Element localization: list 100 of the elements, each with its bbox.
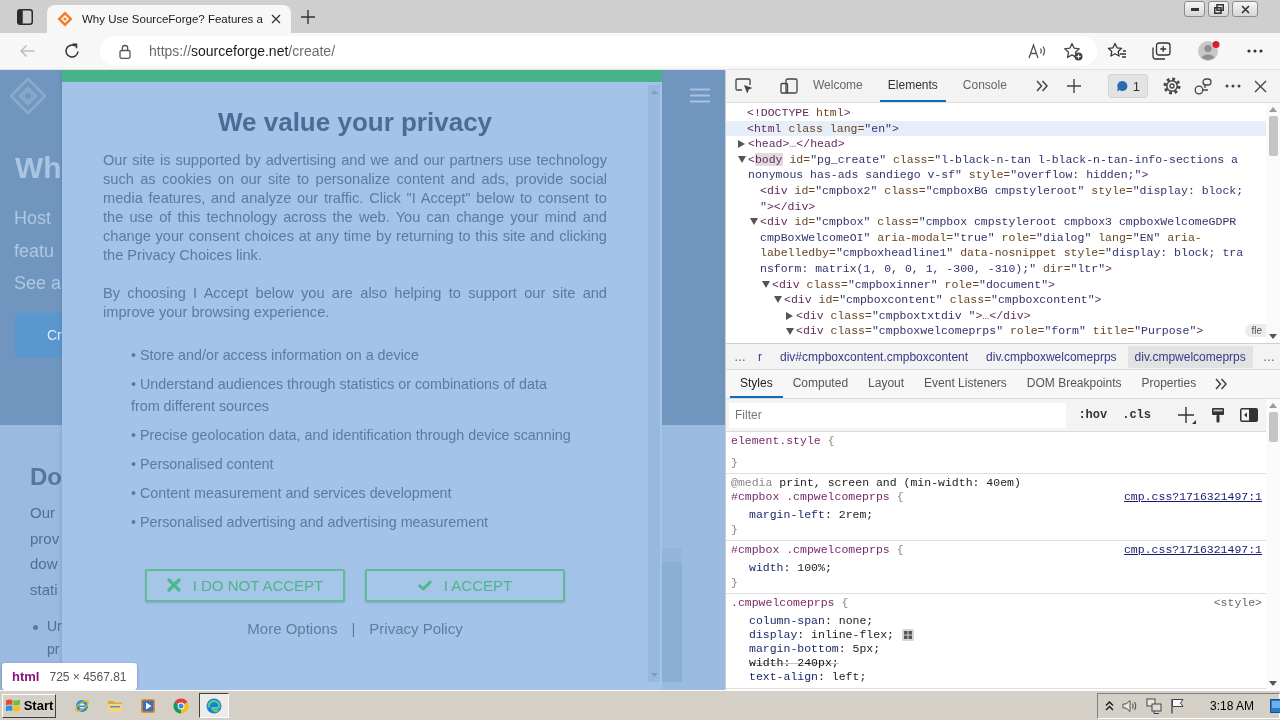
- css-declaration[interactable]: text-align: left;: [749, 670, 867, 684]
- more-tabs-icon[interactable]: [1035, 80, 1048, 92]
- plus-icon[interactable]: [1066, 79, 1081, 93]
- double-chevron-up-icon[interactable]: [1105, 700, 1114, 711]
- breadcrumb-scroll-button[interactable]: …: [729, 345, 751, 368]
- purpose-item: • Personalised content: [131, 454, 275, 474]
- sidebar-toggle-icon[interactable]: [1240, 408, 1258, 422]
- nodes-icon[interactable]: [1194, 77, 1212, 95]
- star-list-icon[interactable]: [1107, 42, 1127, 60]
- purpose-item: • Personalised advertising and advertising measurement: [131, 512, 490, 532]
- dom-tree-row[interactable]: <!DOCTYPE html>: [726, 105, 1266, 121]
- star-plus-icon[interactable]: [1063, 41, 1083, 61]
- more-tabs-icon[interactable]: [1215, 378, 1228, 390]
- device-icon[interactable]: [780, 78, 798, 94]
- css-selector[interactable]: #cmpbox .cmpwelcomeprps: [731, 490, 890, 504]
- clock-text: 3:18 AM: [1210, 698, 1255, 713]
- breadcrumb-scroll-button[interactable]: …: [1258, 345, 1280, 368]
- css-declaration[interactable]: margin-bottom: 5px;: [749, 642, 881, 656]
- tooltip-tag: html: [12, 669, 40, 684]
- scrollbar[interactable]: [1266, 103, 1280, 343]
- refresh-icon[interactable]: [64, 43, 80, 59]
- close-icon: [1240, 4, 1250, 14]
- css-declaration[interactable]: column-span: none;: [749, 614, 874, 628]
- scroll-up-icon[interactable]: [1269, 107, 1277, 112]
- filter-input[interactable]: Filter: [729, 402, 1067, 428]
- css-selector[interactable]: .cmpwelcomeprps: [731, 596, 835, 610]
- styles-tab[interactable]: Event Listeners: [914, 370, 1017, 398]
- new-rule-icon[interactable]: [1178, 406, 1196, 424]
- dom-node-text: <div id="cmpboxcontent" class="cmpboxcontent">: [784, 292, 1102, 308]
- scrollbar-thumb[interactable]: [1268, 412, 1278, 442]
- minimize-button[interactable]: [1184, 1, 1205, 17]
- dom-node-text: <div class="cmpboxtxtdiv ">…</div>: [796, 307, 1031, 324]
- avatar-icon[interactable]: [1198, 40, 1220, 62]
- start-button[interactable]: Start: [2, 693, 56, 718]
- more-icon[interactable]: [1247, 49, 1263, 53]
- scroll-down-icon[interactable]: [1269, 681, 1277, 686]
- source-link[interactable]: cmp.css?1716321497:1: [1123, 543, 1262, 557]
- dom-tree-row[interactable]: <div id="cmpboxcontent" class="cmpboxcontent">: [774, 292, 1266, 308]
- styles-tab[interactable]: DOM Breakpoints: [1016, 370, 1132, 398]
- new-tab-icon[interactable]: [301, 9, 315, 24]
- breadcrumb-item[interactable]: div#cmpboxcontent.cmpboxcontent: [773, 345, 976, 368]
- devtools-tab[interactable]: Console: [954, 70, 1015, 102]
- swirl-circle-icon: [206, 697, 222, 714]
- issues-button[interactable]: 1: [1107, 74, 1148, 98]
- brace: {: [827, 434, 835, 448]
- caret-down-icon[interactable]: [750, 218, 758, 226]
- flag-icon[interactable]: [1170, 697, 1186, 714]
- filter-toggle[interactable]: :hov: [1075, 408, 1111, 422]
- caret-down-icon[interactable]: [738, 156, 746, 164]
- scrollbar-thumb[interactable]: [1268, 116, 1278, 156]
- tooltip-size: 725 × 4567.81: [49, 669, 127, 684]
- dom-tree-row[interactable]: <div class="cmpboxinner" role="document">: [762, 276, 1266, 293]
- scroll-down-icon[interactable]: [1269, 334, 1277, 339]
- css-selector[interactable]: element.style: [731, 434, 821, 448]
- source-link[interactable]: cmp.css?1716321497:1: [1123, 490, 1262, 504]
- caret-down-icon[interactable]: [786, 327, 794, 335]
- css-declaration[interactable]: margin-left: 2rem;: [749, 508, 874, 522]
- css-declaration[interactable]: width: 240px;: [749, 656, 839, 670]
- dom-tree-row[interactable]: <html class lang="en">: [726, 120, 1266, 137]
- flex-badge[interactable]: fle: [1245, 324, 1266, 338]
- dom-tree-row[interactable]: <head>…</head>: [738, 136, 1266, 152]
- caret-down-icon[interactable]: [774, 296, 782, 304]
- settings-icon[interactable]: [1163, 77, 1181, 95]
- read-aloud-icon[interactable]: [1028, 43, 1047, 59]
- close-icon[interactable]: [270, 14, 281, 24]
- speaker-icon[interactable]: [1122, 698, 1138, 713]
- breadcrumb-item[interactable]: div.cmpboxwelcomeprps: [979, 345, 1124, 368]
- styles-tab[interactable]: Properties: [1131, 370, 1207, 398]
- address-bar[interactable]: https://sourceforge.net/create/: [100, 36, 1097, 66]
- more-icon[interactable]: [1225, 84, 1241, 88]
- browser-tab[interactable]: Why Use SourceForge? Features a: [47, 5, 291, 33]
- css-selector[interactable]: #cmpbox .cmpwelcomeprps: [731, 543, 890, 557]
- caret-right-icon[interactable]: [738, 140, 745, 148]
- css-declaration[interactable]: width: 100%;: [749, 561, 832, 575]
- ringed-globe-icon: [74, 697, 90, 714]
- taskbar-app-button[interactable]: [199, 693, 229, 718]
- dom-tree-row[interactable]: <div class="cmpboxtxtdiv ">…</div>: [786, 307, 1266, 324]
- network-icon[interactable]: [1146, 697, 1162, 714]
- styles-tab[interactable]: Computed: [782, 370, 859, 398]
- dom-tree-row[interactable]: <div class="cmpboxwelcomeprps" role="form" title="Purpose"> fle: [786, 323, 1266, 339]
- breadcrumb-item[interactable]: div.cmpwelcomeprps: [1127, 345, 1253, 368]
- scrollbar[interactable]: [1266, 399, 1280, 690]
- inspect-icon[interactable]: [735, 78, 753, 94]
- devtools-tab[interactable]: Elements: [879, 70, 946, 102]
- styles-tab[interactable]: Layout: [858, 370, 915, 398]
- grid-icon[interactable]: [901, 629, 914, 641]
- close-button[interactable]: [1232, 1, 1258, 17]
- breadcrumb-item[interactable]: r: [751, 345, 769, 368]
- caret-right-icon[interactable]: [786, 311, 793, 320]
- css-declaration[interactable]: display: inline-flex;: [749, 628, 894, 642]
- devtools-tab[interactable]: Welcome: [805, 70, 871, 102]
- tab-actions-icon[interactable]: [17, 8, 33, 25]
- scroll-up-icon[interactable]: [1269, 403, 1277, 408]
- bullet-icon: [33, 625, 38, 630]
- brush-icon[interactable]: [1211, 407, 1225, 423]
- close-icon[interactable]: [1254, 79, 1267, 93]
- filter-toggle[interactable]: .cls: [1119, 408, 1154, 422]
- restore-button[interactable]: [1208, 1, 1229, 17]
- caret-down-icon[interactable]: [762, 280, 770, 288]
- collections-icon[interactable]: [1152, 42, 1171, 60]
